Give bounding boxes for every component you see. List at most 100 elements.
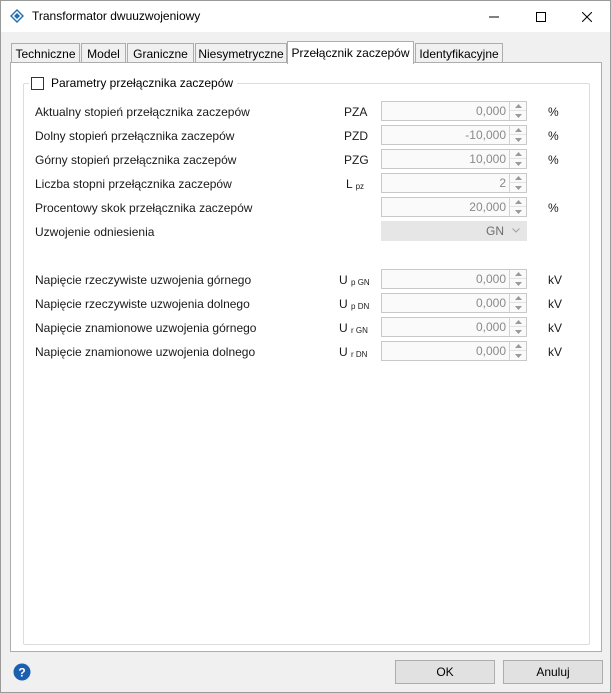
updn-spinner bbox=[509, 294, 526, 312]
svg-text:?: ? bbox=[18, 666, 25, 680]
app-icon bbox=[10, 9, 24, 23]
group-header: Parametry przełącznika zaczepów bbox=[29, 76, 238, 90]
upgn-field[interactable]: 0,000 bbox=[381, 269, 527, 289]
chevron-up-icon bbox=[514, 176, 522, 180]
pzd-unit: % bbox=[548, 129, 559, 143]
urgn-spin-down[interactable] bbox=[510, 327, 526, 336]
tab-model[interactable]: Model bbox=[81, 43, 126, 63]
pzd-spin-down[interactable] bbox=[510, 135, 526, 144]
pzg-value: 10,000 bbox=[469, 152, 506, 166]
row-symbol-pza: PZA bbox=[344, 105, 368, 119]
row-label-urdn: Napięcie znamionowe uzwojenia dolnego bbox=[35, 345, 256, 359]
cancel-button[interactable]: Anuluj bbox=[503, 660, 603, 684]
chevron-up-icon bbox=[514, 104, 522, 108]
chevron-down-icon bbox=[514, 185, 522, 190]
pzg-spin-up[interactable] bbox=[510, 150, 526, 159]
row-label-lpz: Liczba stopni przełącznika zaczepów bbox=[35, 177, 232, 191]
row-label-pza: Aktualny stopień przełącznika zaczepów bbox=[35, 105, 250, 119]
upgn-spinner bbox=[509, 270, 526, 288]
lpz-value: 2 bbox=[499, 176, 506, 190]
tab-przelacznik-zaczepow[interactable]: Przełącznik zaczepów bbox=[287, 41, 414, 64]
row-symbol-updn: U p DN bbox=[339, 297, 370, 311]
pza-value: 0,000 bbox=[475, 104, 506, 118]
updn-spin-up[interactable] bbox=[510, 294, 526, 303]
window-title: Transformator dwuuzwojeniowy bbox=[32, 9, 201, 23]
lpz-field[interactable]: 2 bbox=[381, 173, 527, 193]
upgn-spin-up[interactable] bbox=[510, 270, 526, 279]
pzd-spin-up[interactable] bbox=[510, 126, 526, 135]
chevron-down-icon bbox=[514, 113, 522, 118]
chevron-up-icon bbox=[514, 344, 522, 348]
pzd-spinner bbox=[509, 126, 526, 144]
help-button[interactable]: ? bbox=[13, 663, 31, 681]
pzg-spinner bbox=[509, 150, 526, 168]
row-label-urgn: Napięcie znamionowe uzwojenia górnego bbox=[35, 321, 257, 335]
minimize-button[interactable] bbox=[471, 1, 517, 32]
chevron-down-icon bbox=[514, 281, 522, 286]
help-icon: ? bbox=[13, 663, 31, 681]
chevron-down-icon bbox=[514, 353, 522, 358]
urdn-unit: kV bbox=[548, 345, 563, 359]
row-label-updn: Napięcie rzeczywiste uzwojenia dolnego bbox=[35, 297, 250, 311]
urgn-value: 0,000 bbox=[475, 320, 506, 334]
maximize-button[interactable] bbox=[518, 1, 564, 32]
chevron-down-icon bbox=[514, 329, 522, 334]
pzd-field[interactable]: -10,000 bbox=[381, 125, 527, 145]
maximize-icon bbox=[536, 11, 546, 22]
tap-changer-checkbox-label: Parametry przełącznika zaczepów bbox=[51, 76, 234, 90]
pza-field[interactable]: 0,000 bbox=[381, 101, 527, 121]
skok-field[interactable]: 20,000 bbox=[381, 197, 527, 217]
lpz-spin-up[interactable] bbox=[510, 174, 526, 183]
tab-panel: Parametry przełącznika zaczepów Aktualny… bbox=[10, 62, 602, 652]
updn-field[interactable]: 0,000 bbox=[381, 293, 527, 313]
pzg-field[interactable]: 10,000 bbox=[381, 149, 527, 169]
urgn-field[interactable]: 0,000 bbox=[381, 317, 527, 337]
close-icon bbox=[582, 11, 592, 22]
row-label-skok: Procentowy skok przełącznika zaczepów bbox=[35, 201, 253, 215]
urgn-spin-up[interactable] bbox=[510, 318, 526, 327]
urdn-field[interactable]: 0,000 bbox=[381, 341, 527, 361]
row-label-upgn: Napięcie rzeczywiste uzwojenia górnego bbox=[35, 273, 252, 287]
skok-value: 20,000 bbox=[469, 200, 506, 214]
pza-unit: % bbox=[548, 105, 559, 119]
reference-winding-select[interactable]: GN bbox=[381, 221, 527, 241]
skok-spin-down[interactable] bbox=[510, 207, 526, 216]
urgn-spinner bbox=[509, 318, 526, 336]
tab-graniczne[interactable]: Graniczne bbox=[127, 43, 194, 63]
urgn-unit: kV bbox=[548, 321, 563, 335]
reference-winding-value: GN bbox=[486, 224, 504, 238]
skok-unit: % bbox=[548, 201, 559, 215]
lpz-spin-down[interactable] bbox=[510, 183, 526, 192]
chevron-up-icon bbox=[514, 200, 522, 204]
ok-button[interactable]: OK bbox=[395, 660, 495, 684]
upgn-spin-down[interactable] bbox=[510, 279, 526, 288]
row-symbol-upgn: U p GN bbox=[339, 273, 370, 287]
chevron-up-icon bbox=[514, 296, 522, 300]
chevron-down-icon bbox=[512, 228, 520, 233]
row-label-pzd: Dolny stopień przełącznika zaczepów bbox=[35, 129, 235, 143]
updn-unit: kV bbox=[548, 297, 563, 311]
skok-spin-up[interactable] bbox=[510, 198, 526, 207]
row-symbol-urgn: U r GN bbox=[339, 321, 368, 335]
updn-spin-down[interactable] bbox=[510, 303, 526, 312]
tab-identyfikacyjne[interactable]: Identyfikacyjne bbox=[415, 43, 503, 63]
upgn-value: 0,000 bbox=[475, 272, 506, 286]
lpz-spinner bbox=[509, 174, 526, 192]
tab-niesymetryczne[interactable]: Niesymetryczne bbox=[195, 43, 287, 63]
pza-spin-down[interactable] bbox=[510, 111, 526, 120]
tab-techniczne[interactable]: Techniczne bbox=[11, 43, 80, 63]
close-button[interactable] bbox=[564, 1, 610, 32]
pza-spin-up[interactable] bbox=[510, 102, 526, 111]
chevron-down-icon bbox=[514, 161, 522, 166]
row-label-uzwojenie: Uzwojenie odniesienia bbox=[35, 225, 155, 239]
updn-value: 0,000 bbox=[475, 296, 506, 310]
pza-spinner bbox=[509, 102, 526, 120]
urdn-spin-down[interactable] bbox=[510, 351, 526, 360]
urdn-spin-up[interactable] bbox=[510, 342, 526, 351]
pzg-spin-down[interactable] bbox=[510, 159, 526, 168]
title-bar: Transformator dwuuzwojeniowy bbox=[1, 1, 610, 32]
pzg-unit: % bbox=[548, 153, 559, 167]
pzd-value: -10,000 bbox=[465, 128, 506, 142]
tap-changer-checkbox[interactable] bbox=[31, 76, 44, 90]
row-symbol-lpz: L pz bbox=[346, 177, 365, 191]
